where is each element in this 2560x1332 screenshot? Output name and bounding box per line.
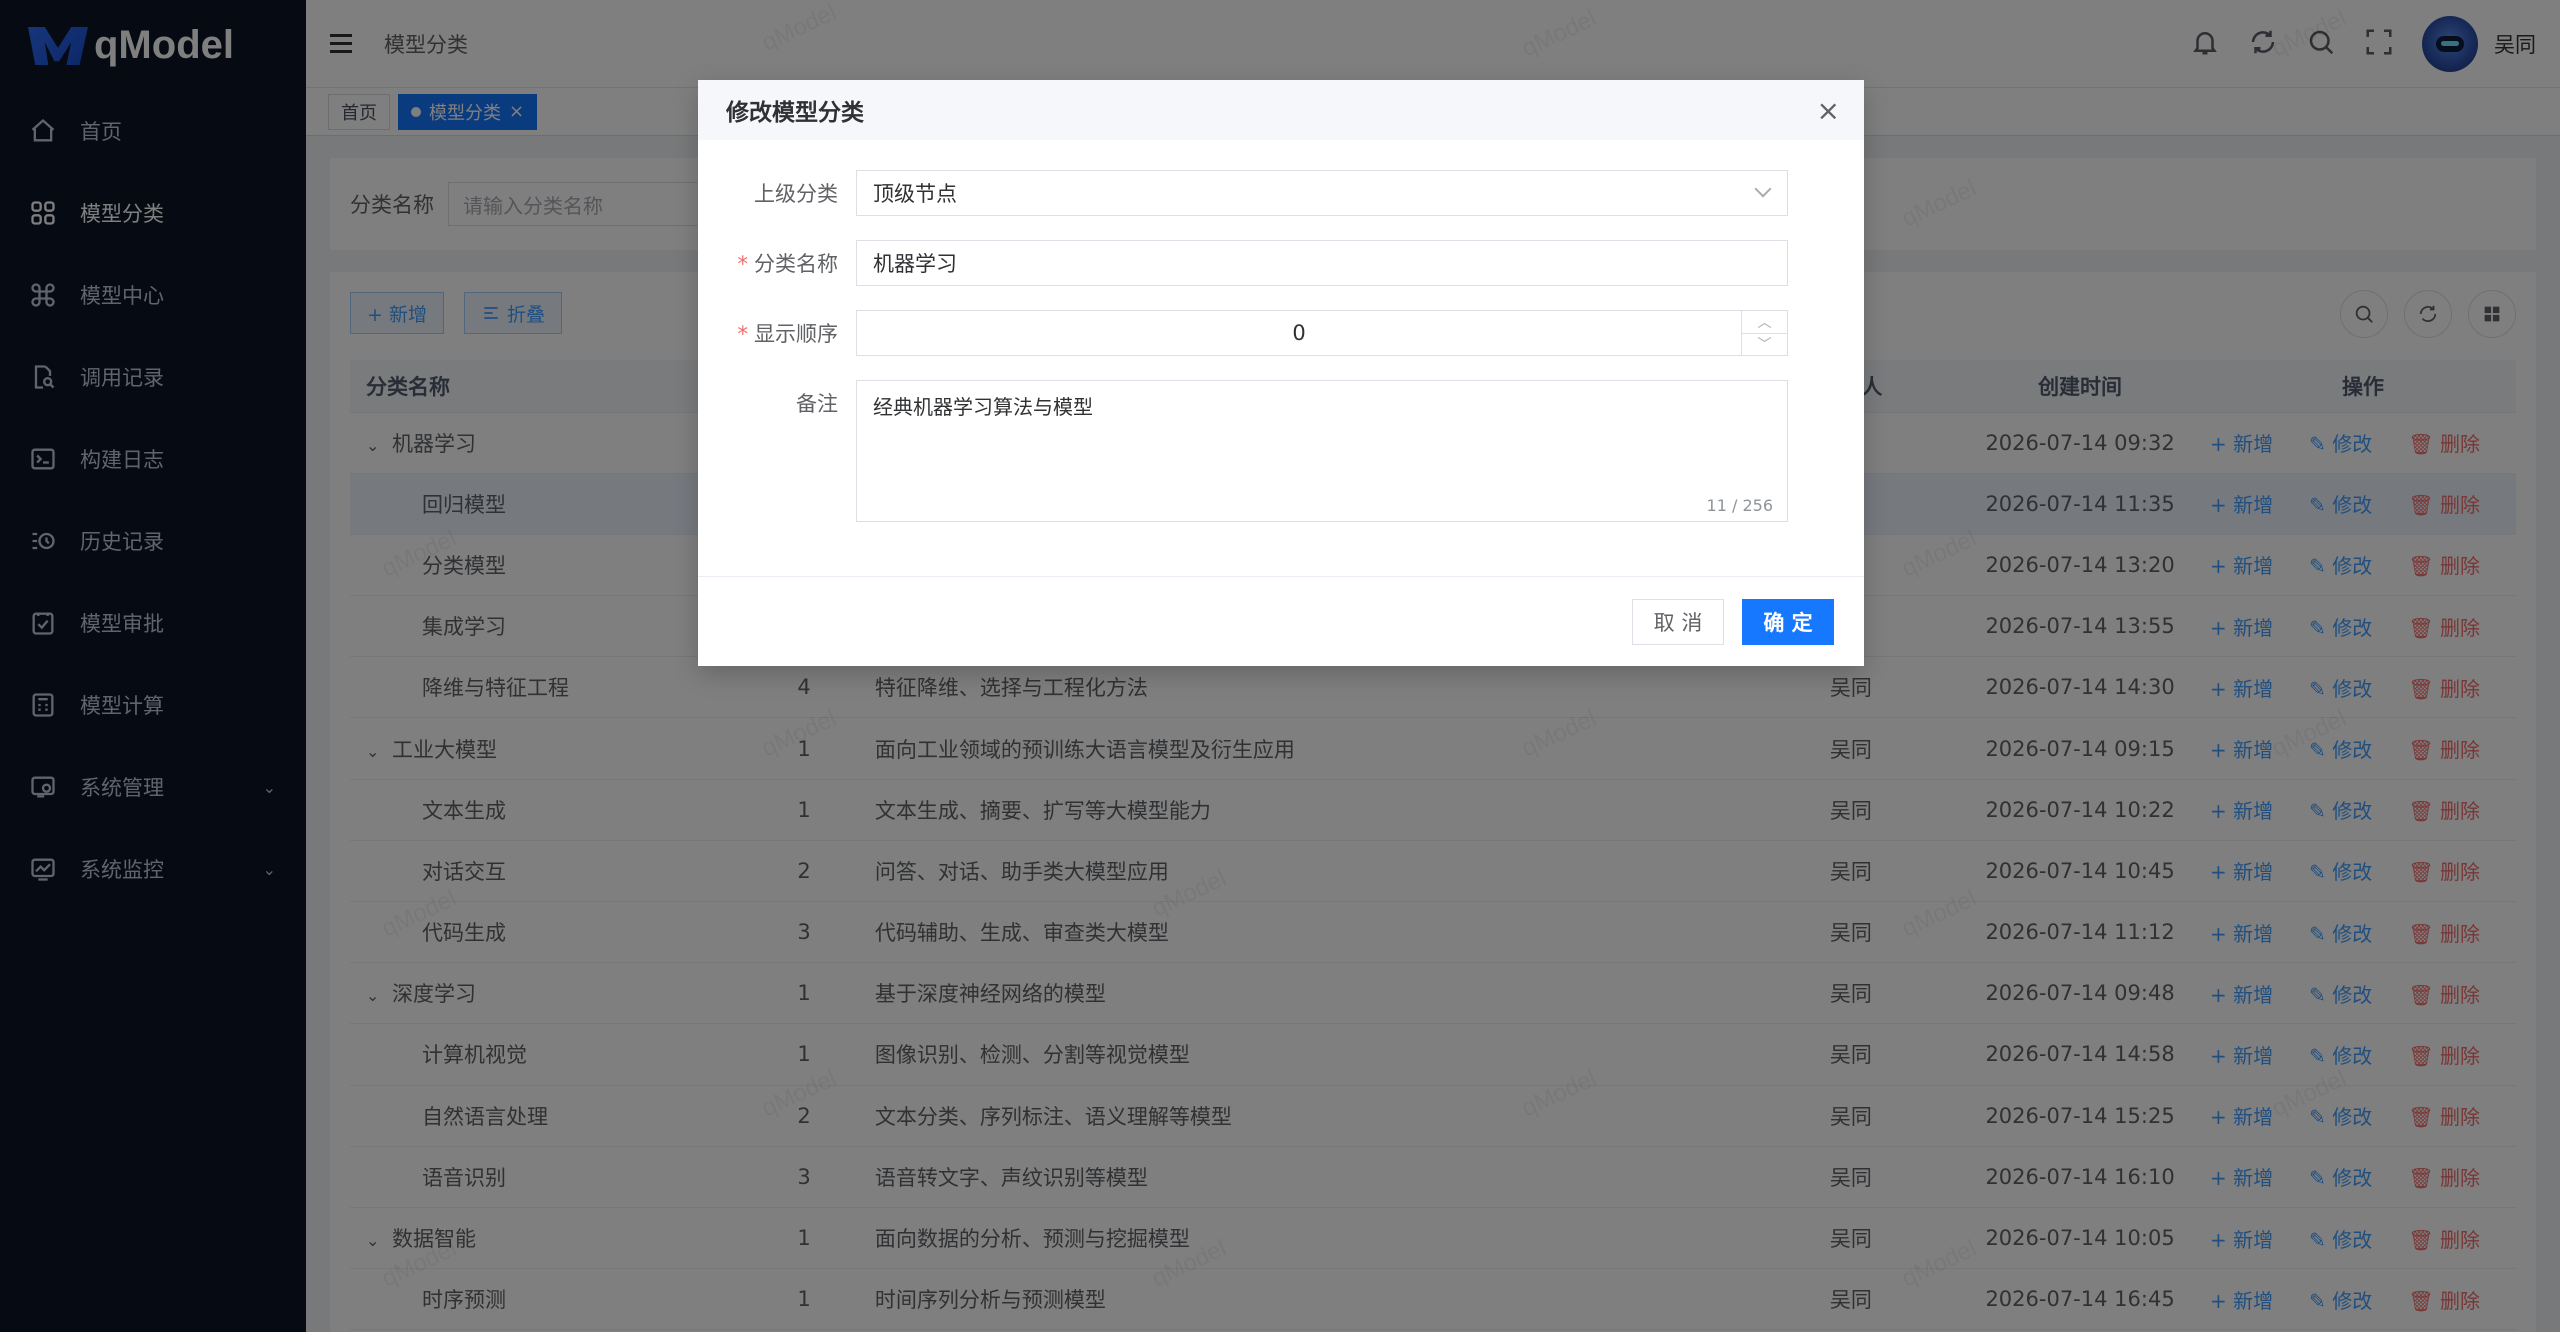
edit-category-dialog: 修改模型分类 × 上级分类 顶级节点 * 分类名称 机器学习 * 显示顺序 0 ︿ … bbox=[698, 80, 1864, 666]
close-icon[interactable]: × bbox=[1817, 94, 1840, 127]
chevron-down-icon bbox=[1754, 180, 1772, 198]
parent-category-value: 顶级节点 bbox=[873, 182, 957, 206]
remark-char-count: 11 / 256 bbox=[1706, 496, 1773, 515]
remark-value: 经典机器学习算法与模型 bbox=[873, 395, 1093, 419]
parent-category-label: 上级分类 bbox=[754, 182, 838, 206]
dialog-header: 修改模型分类 bbox=[698, 80, 1864, 140]
display-order-label: * 显示顺序 bbox=[737, 322, 839, 346]
cancel-button[interactable]: 取 消 bbox=[1632, 599, 1724, 645]
order-stepper: ︿ ﹀ bbox=[1741, 311, 1787, 355]
category-name-value: 机器学习 bbox=[873, 252, 957, 276]
dialog-footer: 取 消 确 定 bbox=[698, 576, 1864, 666]
display-order-input[interactable]: 0 ︿ ﹀ bbox=[856, 310, 1788, 356]
remark-textarea[interactable]: 经典机器学习算法与模型 11 / 256 bbox=[856, 380, 1788, 522]
decrement-icon[interactable]: ﹀ bbox=[1742, 334, 1787, 356]
display-order-value: 0 bbox=[1292, 321, 1306, 345]
category-name-label: * 分类名称 bbox=[737, 252, 839, 276]
parent-category-select[interactable]: 顶级节点 bbox=[856, 170, 1788, 216]
remark-label: 备注 bbox=[796, 392, 838, 416]
dialog-title: 修改模型分类 bbox=[726, 100, 864, 126]
category-name-input[interactable]: 机器学习 bbox=[856, 240, 1788, 286]
confirm-button[interactable]: 确 定 bbox=[1742, 599, 1834, 645]
increment-icon[interactable]: ︿ bbox=[1742, 311, 1787, 334]
